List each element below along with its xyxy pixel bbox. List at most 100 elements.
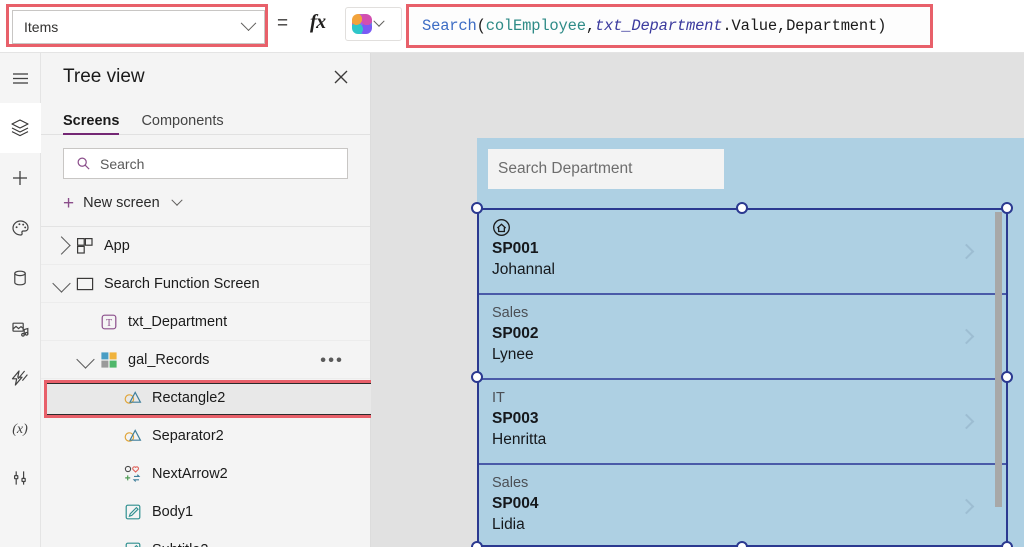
shape-icon <box>124 429 142 442</box>
gallery-item-code: SP004 <box>492 495 539 512</box>
gallery-item-name: Lidia <box>492 516 525 533</box>
app-screen: Search Department SP001 Johannal Sales SP00… <box>471 138 1024 547</box>
tree-node-gal-records[interactable]: gal_Records ••• <box>41 341 370 379</box>
resize-handle-middle-left[interactable] <box>471 371 483 383</box>
formula-token: colEmployee <box>485 17 586 35</box>
tree-node-label: NextArrow2 <box>152 466 228 482</box>
txt-department-placeholder: Search Department <box>498 160 633 177</box>
label-icon <box>125 504 141 520</box>
resize-handle-top-right[interactable] <box>1001 202 1013 214</box>
formula-token: ( <box>476 17 486 35</box>
equals-sign: = <box>277 13 289 34</box>
chevron-down-icon <box>373 15 385 27</box>
panel-title: Tree view <box>63 66 145 87</box>
gallery-item[interactable]: Sales SP002 Lynee <box>479 295 1006 380</box>
tree-node-label: Body1 <box>152 504 194 520</box>
search-input[interactable]: Search <box>63 148 348 179</box>
media-icon[interactable] <box>0 303 41 353</box>
tab-components[interactable]: Components <box>141 113 223 134</box>
property-dropdown[interactable]: Items <box>12 10 265 44</box>
tree-node-label: Separator2 <box>152 428 224 444</box>
power-automate-icon[interactable] <box>0 353 41 403</box>
property-selector-highlight: Items <box>6 4 268 47</box>
tree-node-label: txt_Department <box>128 313 228 330</box>
formula-token: Search <box>422 17 477 35</box>
chevron-right-icon[interactable] <box>52 236 71 255</box>
tree-node-overflow-menu[interactable]: ••• <box>320 351 344 368</box>
new-screen-label: New screen <box>83 195 160 211</box>
tree-node-search-function-screen[interactable]: Search Function Screen <box>41 265 370 303</box>
formula-input-highlight: Search(colEmployee,txt_Department.Value,… <box>406 4 933 48</box>
gallery-item-name: Henritta <box>492 431 547 448</box>
tree-node-separator2[interactable]: Separator2 <box>41 417 370 455</box>
gallery-item-department: IT <box>492 390 505 406</box>
screen-icon <box>76 277 94 290</box>
insert-plus-icon[interactable] <box>0 153 41 203</box>
text-input-icon: T <box>101 314 117 329</box>
formula-input[interactable]: Search(colEmployee,txt_Department.Value,… <box>409 7 930 45</box>
chevron-down-icon[interactable] <box>76 350 95 369</box>
tree-view-layers-icon[interactable] <box>0 103 41 153</box>
chevron-down-icon[interactable] <box>52 274 71 293</box>
tree-node-txt-department[interactable]: Ttxt_Department <box>41 303 370 341</box>
tree-node-subtitle2[interactable]: Subtitle2 <box>41 531 370 547</box>
search-icon <box>77 157 90 170</box>
new-screen-button[interactable]: + New screen <box>63 190 348 216</box>
tree-node-label: gal_Records <box>128 351 210 368</box>
resize-handle-bottom-center[interactable] <box>736 541 748 547</box>
copilot-button[interactable] <box>345 7 402 41</box>
tree-view-header: Tree view <box>41 53 370 101</box>
tree-view-tabs: Screens Components <box>41 101 370 135</box>
shape-icon <box>124 391 142 404</box>
gallery-item[interactable]: IT SP003 Henritta <box>479 380 1006 465</box>
tree-view-panel: Tree view Screens Components Search + Ne… <box>41 53 409 547</box>
gallery-item-department: Sales <box>492 475 529 491</box>
gallery-item-department: Sales <box>492 305 529 321</box>
copilot-icon <box>352 14 372 34</box>
home-icon <box>492 218 1006 238</box>
app-canvas: Search Department SP001 Johannal Sales SP00… <box>371 53 1024 547</box>
svg-text:T: T <box>106 318 112 329</box>
tree-node-rectangle2[interactable]: Rectangle2 <box>41 379 370 417</box>
resize-handle-bottom-left[interactable] <box>471 541 483 547</box>
formula-token: txt_Department <box>594 17 723 35</box>
gallery-scrollbar[interactable] <box>995 212 1002 507</box>
hamburger-menu-icon[interactable] <box>0 53 41 103</box>
data-database-icon[interactable] <box>0 253 41 303</box>
left-navigation-rail: (x) <box>0 53 41 547</box>
tree-node-body1[interactable]: Body1 <box>41 493 370 531</box>
gallery-icon <box>101 351 117 368</box>
resize-handle-middle-right[interactable] <box>1001 371 1013 383</box>
formula-token: , <box>585 17 595 35</box>
tab-screens[interactable]: Screens <box>63 113 120 135</box>
resize-handle-top-left[interactable] <box>471 202 483 214</box>
txt-department-input[interactable]: Search Department <box>488 149 724 189</box>
gallery-item-code: SP003 <box>492 410 539 427</box>
close-icon[interactable] <box>331 67 351 87</box>
tree-node-app[interactable]: App <box>41 227 370 265</box>
gallery-item-code: SP001 <box>492 240 539 257</box>
gallery-item-name: Lynee <box>492 346 534 363</box>
property-dropdown-value: Items <box>24 19 59 35</box>
variables-x-icon[interactable]: (x) <box>0 403 41 453</box>
gallery-item[interactable]: Sales SP004 Lidia <box>479 465 1006 547</box>
gallery-item[interactable]: SP001 Johannal <box>479 210 1006 295</box>
resize-handle-top-center[interactable] <box>736 202 748 214</box>
tree-node-label: Subtitle2 <box>152 542 208 547</box>
fx-icon: fx <box>310 11 326 33</box>
icon-control-icon <box>124 465 141 482</box>
gal-records-gallery[interactable]: SP001 Johannal Sales SP002 Lynee IT SP003 Henri… <box>477 208 1008 547</box>
tree-node-nextarrow2[interactable]: NextArrow2 <box>41 455 370 493</box>
app-settings-tools-icon[interactable] <box>0 453 41 503</box>
formula-token: .Value,Department) <box>722 17 887 35</box>
gallery-item-code: SP002 <box>492 325 539 342</box>
resize-handle-bottom-right[interactable] <box>1001 541 1013 547</box>
search-placeholder: Search <box>100 155 145 172</box>
tree-node-list: App Search Function Screen Ttxt_Department… <box>41 227 370 547</box>
chevron-down-icon <box>171 194 183 206</box>
chevron-down-icon <box>240 14 257 31</box>
tree-node-label: App <box>104 237 130 254</box>
formula-bar: Items = fx Search(colEmployee,txt_Depart… <box>0 0 1024 53</box>
tree-node-label: Rectangle2 <box>152 390 226 406</box>
theme-palette-icon[interactable] <box>0 203 41 253</box>
